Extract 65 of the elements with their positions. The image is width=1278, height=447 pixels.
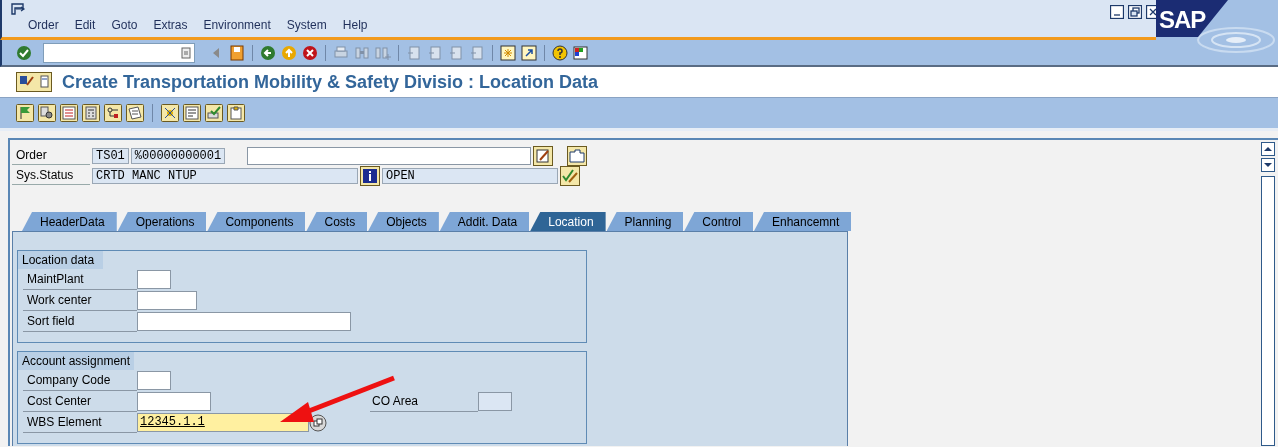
cancel-icon[interactable] [302, 44, 318, 61]
menu-icon[interactable] [11, 2, 26, 15]
dropdown-icon[interactable] [181, 46, 191, 59]
order-type-field: TS01 [92, 148, 129, 164]
text-icon[interactable] [183, 104, 201, 122]
restore-icon[interactable] [1128, 5, 1142, 19]
input-field[interactable] [137, 312, 351, 331]
tab[interactable]: Planning [606, 212, 684, 231]
description-field[interactable] [247, 147, 532, 165]
folder-icon[interactable] [567, 146, 588, 166]
scroll-up-icon[interactable] [1261, 142, 1275, 156]
help-icon[interactable] [552, 44, 568, 61]
input-field[interactable]: 12345.1.1 [137, 413, 309, 432]
group-title: Account assignment [22, 354, 131, 368]
back-icon[interactable] [260, 44, 276, 61]
network-icon[interactable] [161, 104, 179, 122]
layout-icon[interactable] [573, 44, 589, 61]
input-field[interactable] [137, 270, 171, 289]
new-window-icon[interactable] [500, 44, 516, 61]
screen-title: Create Transportation Mobility & Safety Divisio : Location Data [62, 71, 599, 93]
list-icon[interactable] [60, 104, 78, 122]
tab[interactable]: Enhancemnt [754, 212, 852, 231]
tab[interactable]: Operations [117, 212, 207, 231]
notepad-icon[interactable] [126, 104, 144, 122]
display-change-button[interactable] [16, 72, 52, 92]
scroll-down-icon[interactable] [1261, 158, 1275, 172]
input-field[interactable] [137, 291, 197, 310]
group-title: Location data [22, 253, 95, 267]
command-field[interactable] [43, 42, 195, 63]
system-status-field: CRTD MANC NTUP [92, 168, 358, 184]
tab[interactable]: Objects [368, 212, 439, 231]
clipboard-icon[interactable] [227, 104, 245, 122]
user-status-field: OPEN [382, 168, 558, 184]
field-label: Sys.Status [12, 167, 90, 185]
minimize-icon[interactable] [1110, 5, 1124, 19]
info-icon[interactable] [360, 166, 380, 186]
calculator-icon[interactable] [82, 104, 100, 122]
menu-item[interactable]: Goto [101, 18, 144, 32]
menu-item[interactable]: Edit [64, 18, 102, 32]
menu-item[interactable]: Extras [143, 18, 194, 32]
menu-item[interactable]: Help [332, 18, 374, 32]
tab[interactable]: HeaderData [22, 212, 117, 231]
pencil-icon[interactable] [533, 146, 554, 166]
tab[interactable]: Components [207, 212, 306, 231]
scrollbar[interactable] [1261, 176, 1275, 446]
input-field[interactable] [137, 392, 211, 411]
check-icon[interactable] [16, 44, 32, 61]
shortcut-icon[interactable] [521, 44, 537, 61]
tab[interactable]: Location [530, 212, 606, 231]
hierarchy-icon[interactable] [104, 104, 122, 122]
document-icon [37, 73, 51, 91]
save-icon[interactable] [229, 44, 245, 61]
gear-icon[interactable] [38, 104, 56, 122]
menu-item[interactable]: Order [18, 18, 65, 32]
tab[interactable]: Addit. Data [439, 212, 530, 231]
tab[interactable]: Costs [306, 212, 368, 231]
input-field[interactable] [137, 371, 171, 390]
menu-item[interactable]: System [276, 18, 333, 32]
flag-icon[interactable] [16, 104, 34, 122]
approve-icon[interactable] [205, 104, 223, 122]
menu-item[interactable]: Environment [193, 18, 277, 32]
field-label: Order [12, 147, 90, 165]
check-pencil-icon[interactable] [560, 166, 580, 186]
order-number-field: %00000000001 [130, 148, 226, 164]
tab[interactable]: Control [684, 212, 753, 231]
